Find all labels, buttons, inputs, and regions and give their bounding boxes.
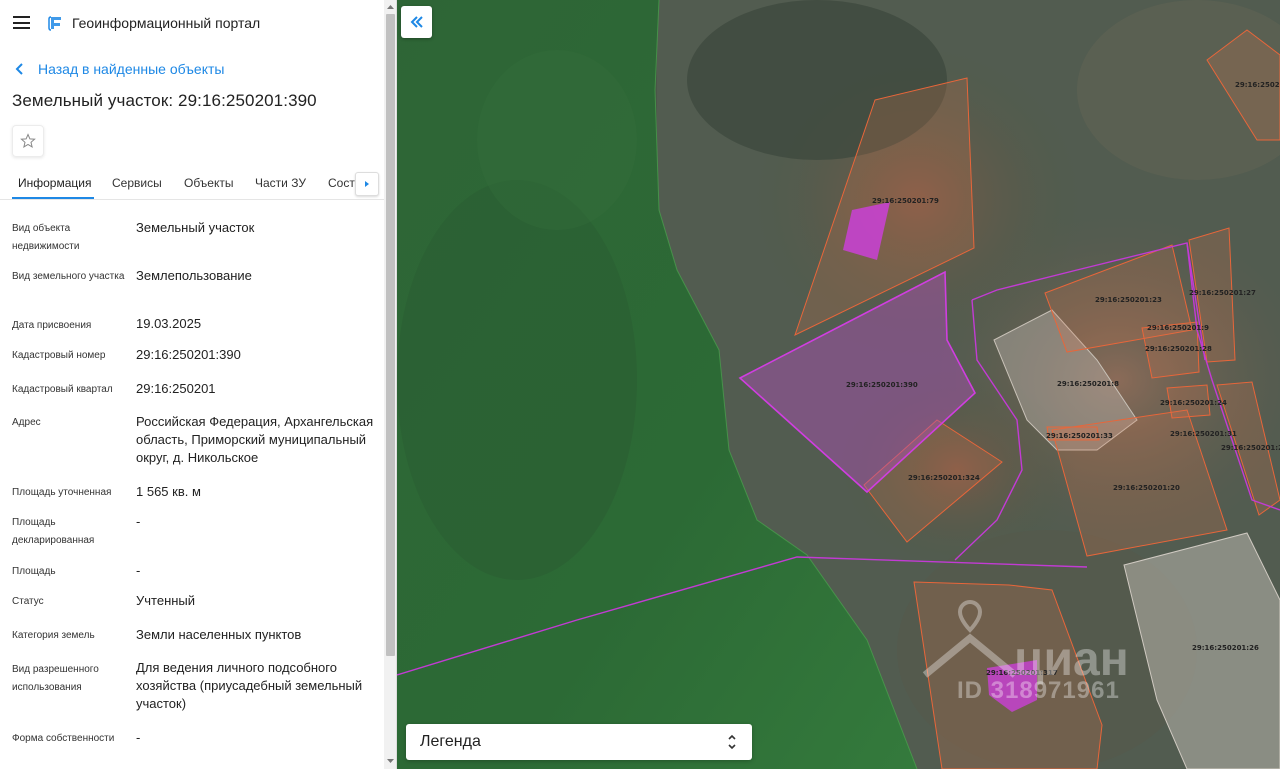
collapse-panel-button[interactable] (401, 6, 432, 38)
property-label: Категория земель (12, 630, 95, 641)
parcel-label: 29:16:250201:23 (1095, 296, 1162, 304)
active-tab-indicator (12, 197, 94, 199)
back-to-results-link[interactable]: Назад в найденные объекты (14, 60, 224, 78)
property-label: Дата присвоения (12, 320, 92, 331)
parcel-label: 29:16:250201:79 (872, 197, 939, 205)
map-canvas[interactable]: 29:16:250201:5 29:16:250201:79 29:16:250… (397, 0, 1280, 769)
property-label: Площадь (12, 566, 56, 577)
parcel-label: 29:16:250201:26 (1192, 644, 1259, 652)
parcel-label: 29:16:250201:390 (846, 381, 918, 389)
portal-logo-icon (48, 16, 61, 31)
info-panel: Геоинформационный портал Назад в найденн… (0, 0, 397, 769)
tab-objects[interactable]: Объекты (184, 176, 234, 190)
app-title: Геоинформационный портал (72, 15, 261, 31)
parcel-label: 29:16:250201:31 (1170, 430, 1237, 438)
panel-scrollbar[interactable] (384, 0, 396, 769)
parcel-label: 29:16:250201:24 (1160, 399, 1227, 407)
parcel-label: 29:16:250201:20 (1113, 484, 1180, 492)
parcel-label: 29:16:250201:33 (1046, 432, 1113, 440)
legend-label: Легенда (420, 733, 481, 750)
scroll-up-icon[interactable] (386, 2, 395, 12)
tab-parts[interactable]: Части ЗУ (255, 176, 306, 190)
property-value: 1 565 кв. м (136, 484, 201, 499)
scroll-thumb[interactable] (386, 14, 395, 656)
parcel-label: 29:16:250201:5 (1235, 81, 1280, 89)
parcel-label: 29:16:250201:8 (1057, 380, 1119, 388)
property-value: - (136, 514, 141, 529)
parcel-label: 29:16:250201:28 (1145, 345, 1212, 353)
tab-services[interactable]: Сервисы (112, 176, 162, 190)
tabs-bar: Информация Сервисы Объекты Части ЗУ Сост… (0, 168, 384, 200)
property-value: 19.03.2025 (136, 316, 202, 331)
property-value: Учтенный (136, 593, 196, 608)
object-title: Земельный участок: 29:16:250201:390 (12, 91, 317, 110)
parcel-label: 29:16:250201:9 (1147, 324, 1209, 332)
star-icon (20, 133, 36, 148)
watermark-id: ID 318971961 (957, 677, 1120, 704)
property-label: Вид объекта недвижимости (12, 223, 80, 252)
parcel-label: 29:16:250201:22 (1221, 444, 1280, 452)
property-value: Российская Федерация, Архангельская обла… (136, 414, 374, 465)
legend-dropdown[interactable]: Легенда (406, 724, 752, 760)
property-value: Землепользование (136, 268, 252, 283)
property-label: Статус (12, 596, 44, 607)
property-label: Вид земельного участка (12, 271, 125, 282)
property-value: Для ведения личного подсобного хозяйства… (136, 660, 363, 711)
property-value: Земельный участок (136, 220, 255, 235)
property-value: 29:16:250201 (136, 381, 216, 396)
chevron-up-down-icon (728, 734, 736, 750)
top-bar: Геоинформационный портал (0, 0, 384, 46)
parcel-label: 29:16:250201:27 (1189, 289, 1256, 297)
parcel-label: 29:16:250201:324 (908, 474, 980, 482)
favorite-button[interactable] (12, 125, 44, 157)
tabs-scroll-right-button[interactable] (355, 172, 379, 196)
property-label: Кадастровый квартал (12, 384, 113, 395)
back-link-label: Назад в найденные объекты (38, 61, 225, 77)
property-value: - (136, 563, 141, 578)
property-label: Площадь уточненная (12, 487, 112, 498)
property-value: 29:16:250201:390 (136, 347, 241, 362)
app-root: Геоинформационный портал Назад в найденн… (0, 0, 1280, 769)
scroll-down-icon[interactable] (386, 756, 395, 766)
property-value: - (136, 730, 141, 745)
tab-info[interactable]: Информация (18, 176, 91, 190)
property-label: Площадь декларированная (12, 517, 95, 546)
property-label: Вид разрешенного использования (12, 664, 99, 693)
property-value: Земли населенных пунктов (136, 627, 302, 642)
property-label: Кадастровый номер (12, 350, 106, 361)
hamburger-menu-icon[interactable] (13, 16, 30, 29)
property-label: Форма собственности (12, 733, 115, 744)
double-chevron-left-icon (410, 16, 423, 28)
caret-right-icon (365, 181, 369, 187)
property-label: Адрес (12, 417, 41, 428)
map-view[interactable]: 29:16:250201:5 29:16:250201:79 29:16:250… (397, 0, 1280, 769)
chevron-left-icon (15, 63, 23, 75)
